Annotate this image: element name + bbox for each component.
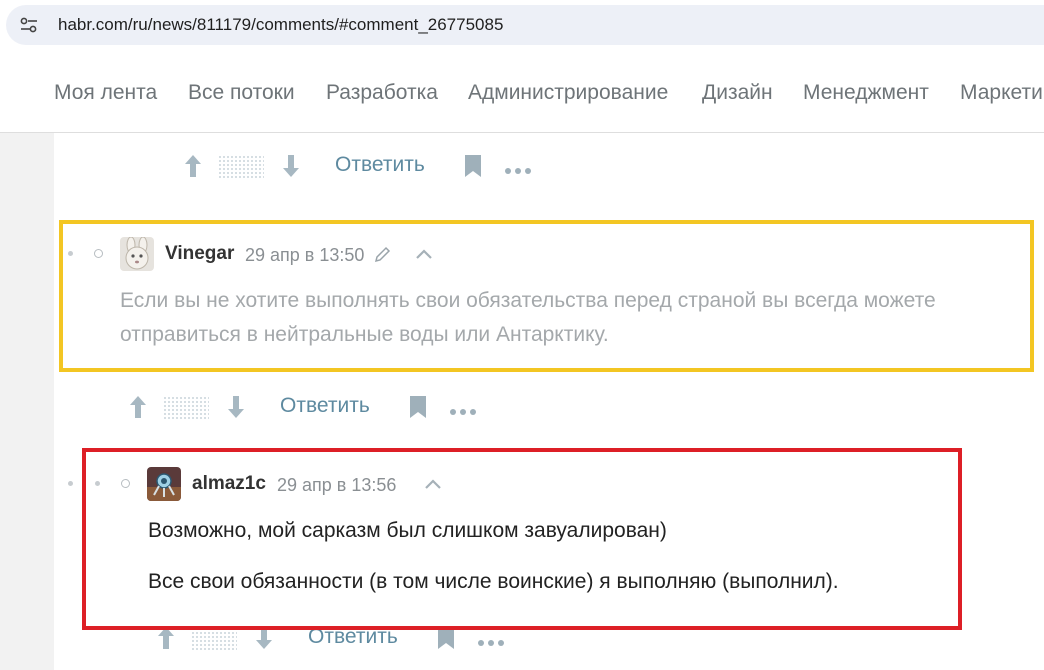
left-gutter (0, 133, 54, 670)
nav-item-all-streams[interactable]: Все потоки (188, 80, 295, 106)
reply-link[interactable]: Ответить (280, 393, 370, 419)
nav-item-my-feed[interactable]: Моя лента (54, 80, 157, 106)
thread-level-dot (68, 481, 73, 486)
url-text[interactable]: habr.com/ru/news/811179/comments/#commen… (58, 14, 503, 36)
reply-link[interactable]: Ответить (335, 152, 425, 178)
top-navigation: Моя лента Все потоки Разработка Админист… (0, 54, 1044, 133)
nav-item-design[interactable]: Дизайн (702, 80, 773, 106)
rating-placeholder (191, 627, 237, 656)
bookmark-icon[interactable] (409, 395, 427, 424)
vote-down-icon[interactable] (282, 154, 300, 183)
bookmark-icon[interactable] (464, 154, 482, 183)
rating-placeholder (218, 155, 264, 184)
browser-address-bar: habr.com/ru/news/811179/comments/#commen… (0, 0, 1044, 54)
more-options-icon[interactable] (449, 403, 477, 421)
highlight-box-red (82, 448, 962, 630)
rating-placeholder (163, 396, 209, 425)
vote-up-icon[interactable] (157, 626, 175, 655)
vote-down-icon[interactable] (255, 626, 273, 655)
vote-down-icon[interactable] (227, 395, 245, 424)
vote-up-icon[interactable] (129, 395, 147, 424)
nav-item-administration[interactable]: Администрирование (468, 80, 668, 106)
vote-up-icon[interactable] (184, 154, 202, 183)
bookmark-icon[interactable] (437, 626, 455, 655)
comment-actions-previous: Ответить (180, 152, 540, 182)
url-box[interactable]: habr.com/ru/news/811179/comments/#commen… (6, 5, 1044, 45)
more-options-icon[interactable] (477, 634, 505, 652)
nav-item-marketing[interactable]: Маркети (960, 80, 1043, 106)
site-settings-icon[interactable] (20, 17, 38, 33)
comment-actions-vinegar: Ответить (125, 393, 485, 423)
nav-item-development[interactable]: Разработка (326, 80, 438, 106)
highlight-box-yellow (59, 220, 1034, 372)
more-options-icon[interactable] (504, 162, 532, 180)
nav-item-management[interactable]: Менеджмент (803, 80, 929, 106)
